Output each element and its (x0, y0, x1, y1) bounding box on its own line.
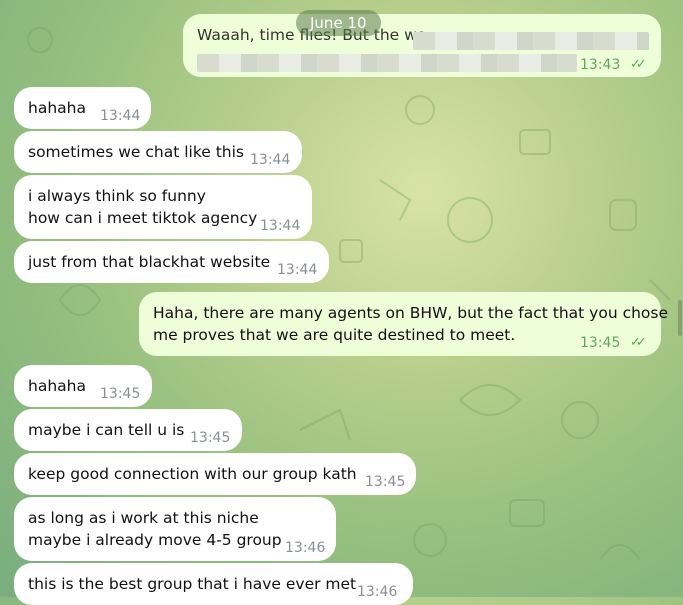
incoming-message-bubble[interactable]: hahaha 13:45 (14, 365, 152, 407)
message-time: 13:43 (580, 57, 621, 73)
message-time: 13:45 (580, 335, 621, 351)
message-line: i always think so funny (28, 187, 206, 205)
incoming-message-bubble[interactable]: i always think so funny how can i meet t… (14, 175, 312, 239)
message-time: 13:46 (285, 540, 326, 556)
message-text: keep good connection with our group kath (28, 465, 357, 483)
outgoing-message-bubble[interactable]: Waaah, time flies! But the wo 13:43 ✓✓ (183, 14, 661, 77)
incoming-message-bubble[interactable]: just from that blackhat website 13:44 (14, 241, 329, 283)
incoming-message-bubble[interactable]: hahaha 13:44 (14, 87, 151, 129)
incoming-message-bubble[interactable]: sometimes we chat like this 13:44 (14, 131, 302, 173)
blurred-text (413, 32, 649, 50)
message-time: 13:44 (250, 152, 291, 168)
message-time: 13:46 (357, 584, 398, 600)
message-line: how can i meet tiktok agency (28, 209, 258, 227)
chat-window: { "date_separator": "June 10", "outgoing… (0, 0, 683, 605)
blurred-text (197, 54, 577, 72)
incoming-message-bubble[interactable]: maybe i can tell u is 13:45 (14, 409, 242, 451)
message-text: this is the best group that i have ever … (28, 575, 357, 593)
message-time: 13:45 (100, 386, 141, 402)
double-check-icon: ✓✓ (630, 335, 647, 350)
message-line: maybe i already move 4-5 group (28, 531, 282, 549)
message-text: hahaha (28, 377, 86, 395)
date-separator: June 10 (296, 10, 381, 36)
outgoing-message-bubble[interactable]: Haha, there are many agents on BHW, but … (139, 292, 668, 356)
message-time: 13:45 (365, 474, 406, 490)
message-time: 13:44 (277, 262, 318, 278)
message-line: Haha, there are many agents on BHW, but … (153, 304, 669, 322)
message-line: as long as i work at this niche (28, 509, 259, 527)
scrollbar-thumb[interactable] (678, 300, 682, 336)
incoming-message-bubble[interactable]: keep good connection with our group kath… (14, 453, 416, 495)
double-check-icon: ✓✓ (630, 57, 647, 72)
message-time: 13:44 (100, 108, 141, 124)
message-time: 13:44 (260, 218, 301, 234)
incoming-message-bubble[interactable]: as long as i work at this niche maybe i … (14, 497, 336, 561)
incoming-message-bubble[interactable]: this is the best group that i have ever … (14, 563, 413, 605)
message-line: me proves that we are quite destined to … (153, 326, 516, 344)
message-time: 13:45 (190, 430, 231, 446)
message-text: hahaha (28, 99, 86, 117)
message-text: sometimes we chat like this (28, 143, 244, 161)
message-text: just from that blackhat website (28, 253, 271, 271)
message-text: maybe i can tell u is (28, 421, 185, 439)
